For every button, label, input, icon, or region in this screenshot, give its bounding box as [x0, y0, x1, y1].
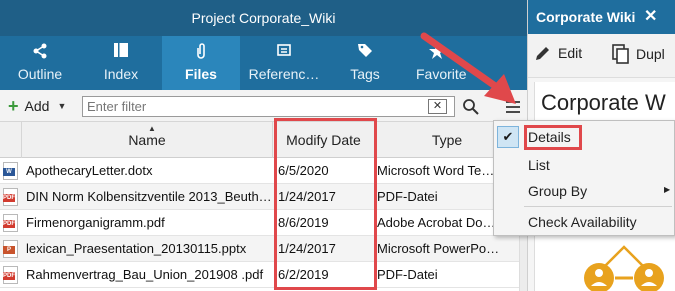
pencil-icon	[536, 47, 549, 60]
people-diagram-icon	[579, 242, 669, 291]
wiki-toolbar: Edit Dupl	[528, 34, 675, 78]
word-file-icon: W	[3, 162, 18, 180]
checkmark-icon: ✔	[497, 126, 519, 148]
sort-ascending-icon: ▲	[148, 124, 156, 133]
menu-item-list[interactable]: List	[494, 152, 674, 178]
reference-icon	[240, 42, 328, 60]
tab-outline[interactable]: Outline	[0, 36, 80, 90]
index-icon	[80, 42, 162, 60]
pdf-file-icon: PDF	[3, 266, 18, 284]
add-label: Add	[24, 98, 50, 114]
duplicate-button[interactable]: Dupl	[612, 44, 665, 64]
chevron-right-icon: ▶	[664, 185, 671, 194]
tab-label: Tags	[350, 66, 380, 82]
callout-arrow	[418, 30, 528, 113]
page-title: Corporate W	[541, 90, 666, 115]
filter-input[interactable]	[82, 96, 455, 117]
pdf-file-icon: PDF	[3, 188, 18, 206]
paperclip-icon	[162, 42, 240, 60]
tab-tags[interactable]: Tags	[328, 36, 402, 90]
duplicate-label: Dupl	[636, 46, 665, 62]
column-header-icon[interactable]	[0, 122, 22, 158]
plus-icon: +	[8, 96, 19, 116]
tab-files[interactable]: Files	[162, 36, 240, 90]
edit-label: Edit	[558, 45, 583, 61]
tab-label: Referenc…	[248, 66, 320, 82]
menu-item-details[interactable]: ✔ Details	[494, 124, 674, 150]
view-context-menu: ✔ Details List Group By ▶ Check Availabi…	[493, 120, 675, 236]
tab-corporate-wiki[interactable]: Corporate Wiki	[528, 0, 658, 34]
wiki-tabbar: Corporate Wiki ✕	[528, 0, 675, 34]
files-table: Name ▲ Modify Date Type W ApothecaryLett…	[0, 122, 527, 291]
table-row[interactable]: W ApothecaryLetter.dotx 6/5/2020 Microso…	[0, 158, 527, 184]
menu-separator	[524, 206, 672, 207]
table-header: Name ▲ Modify Date Type	[0, 122, 527, 158]
highlight-box-modify-date	[274, 118, 377, 290]
chevron-down-icon: ▼	[57, 101, 67, 111]
table-row[interactable]: PDF Firmenorganigramm.pdf 8/6/2019 Adobe…	[0, 210, 527, 236]
tab-label: Files	[185, 66, 217, 82]
table-row[interactable]: PDF Rahmenvertrag_Bau_Union_201908 .pdf …	[0, 262, 527, 288]
share-icon	[0, 42, 80, 60]
tab-label: Index	[103, 66, 139, 82]
pdf-file-icon: PDF	[3, 214, 18, 232]
table-row[interactable]: P lexican_Praesentation_20130115.pptx 1/…	[0, 236, 527, 262]
add-button[interactable]: + Add ▼	[8, 96, 66, 116]
tab-index[interactable]: Index	[80, 36, 162, 90]
menu-item-group-by[interactable]: Group By ▶	[494, 178, 674, 204]
tab-references[interactable]: Referenc…	[240, 36, 328, 90]
duplicate-icon	[612, 44, 629, 64]
highlight-box-details	[524, 125, 582, 150]
table-row[interactable]: PDF DIN Norm Kolbensitzventile 2013_Beut…	[0, 184, 527, 210]
tab-label: Outline	[17, 66, 63, 82]
menu-item-check-availability[interactable]: Check Availability	[494, 209, 674, 235]
close-icon[interactable]: ✕	[644, 6, 657, 26]
powerpoint-file-icon: P	[3, 240, 18, 258]
tag-icon	[328, 42, 402, 60]
edit-button[interactable]: Edit	[534, 44, 582, 62]
